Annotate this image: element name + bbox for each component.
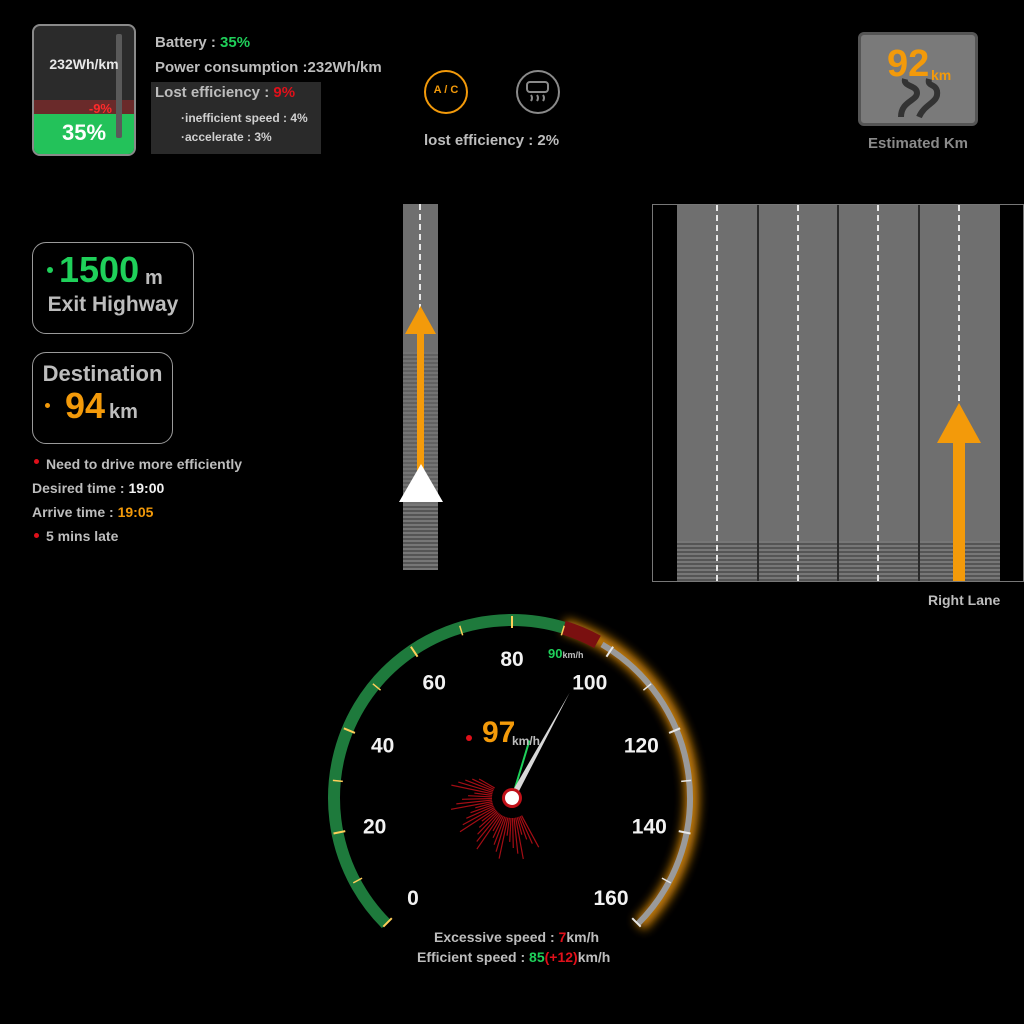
arrive-time: Arrive time : 19:05: [32, 504, 153, 520]
rear-defrost-glyph: [526, 81, 549, 102]
excessive-speed-unit: km/h: [566, 929, 600, 945]
battery-label: Battery :: [155, 34, 221, 51]
speedometer-label-40: 40: [371, 734, 394, 757]
lost-efficiency-label: Lost efficiency :: [155, 84, 274, 101]
speedometer-tick-30: [332, 779, 343, 783]
warning-bullet: [32, 457, 40, 465]
lost-efficiency-value: 9%: [273, 84, 296, 101]
battery-status: Battery : 35%: [155, 34, 250, 51]
lane-road: [677, 205, 1000, 581]
arrive-time-value: 19:05: [117, 504, 154, 520]
estimated-km-label: Estimated Km: [867, 135, 969, 152]
excessive-speed-label: Excessive speed :: [434, 929, 559, 945]
speedometer-label-0: 0: [407, 887, 419, 910]
route-arrow: [405, 306, 436, 492]
efficient-speed: Efficient speed : 85(+12)km/h: [417, 949, 610, 965]
battery-gauge: 232Wh/km -9% 35%: [32, 24, 136, 156]
current-speed-unit: km/h: [512, 734, 541, 748]
battery-value: 35%: [220, 34, 251, 51]
speedometer-ray-14: [459, 808, 496, 833]
desired-time-label: Desired time :: [32, 480, 129, 496]
speedometer-label-100: 100: [572, 672, 607, 695]
speedometer-ray-27: [511, 817, 514, 848]
estimated-km-unit: km: [931, 67, 952, 83]
efficient-speed-delta: (+12): [544, 949, 578, 965]
speedometer: 0 20 40 60 80 100 120 140 160: [328, 614, 699, 931]
power-consumption: Power consumption :232Wh/km: [155, 59, 382, 76]
destination-unit: km: [109, 401, 138, 423]
speedometer-ray-6: [468, 795, 493, 798]
destination-distance: 94: [65, 385, 106, 426]
desired-time-value: 19:00: [128, 480, 165, 496]
lost-efficiency-panel: Lost efficiency : 9% ·inefficient speed …: [151, 82, 321, 154]
excessive-speed: Excessive speed : 7km/h: [434, 929, 599, 945]
battery-loss-value: -9%: [88, 101, 112, 116]
efficient-limit-value: 90: [548, 646, 563, 661]
accelerate: ·accelerate : 3%: [181, 130, 272, 144]
speedometer-ray-7: [462, 797, 493, 800]
speedometer-tick-130: [681, 779, 692, 783]
destination-card: Destination 94 km: [32, 352, 173, 444]
speedometer-label-140: 140: [632, 815, 667, 838]
efficient-speed-unit: km/h: [577, 949, 611, 965]
efficiency-warning: Need to drive more efficiently: [46, 456, 243, 472]
vehicle-position-marker: [399, 464, 443, 502]
speedometer-label-20: 20: [363, 815, 386, 838]
ac-icon[interactable]: A / C: [424, 70, 468, 114]
exit-highway-card: 1500 m Exit Highway: [32, 242, 194, 334]
speedometer-efficient-arc: [328, 614, 566, 929]
arrive-time-label: Arrive time :: [32, 504, 118, 520]
exit-unit: m: [145, 267, 163, 289]
exit-distance: 1500: [59, 249, 140, 290]
lost-efficiency-line: Lost efficiency : 9%: [155, 84, 295, 101]
desired-time: Desired time : 19:00: [32, 480, 164, 496]
exit-bullet: [47, 267, 53, 273]
exit-label: Exit Highway: [47, 293, 179, 316]
lane-arrow: [937, 403, 981, 581]
destination-bullet: [45, 403, 50, 408]
speedometer-label-160: 160: [593, 887, 628, 910]
late-bullet: [32, 531, 40, 539]
climate-lost-efficiency: lost efficiency : 2%: [424, 132, 560, 149]
estimated-km-value: 92: [887, 43, 930, 85]
inefficient-speed: ·inefficient speed : 4%: [181, 111, 308, 125]
needle-hub: [505, 791, 519, 805]
battery-percent: 35%: [61, 120, 107, 145]
route-progress-strip: [403, 204, 438, 570]
efficient-speed-value: 85: [529, 949, 545, 965]
speedometer-ray-26: [509, 817, 512, 842]
current-speed: 97: [482, 716, 516, 749]
speedometer-label-80: 80: [500, 648, 523, 671]
lane-label: Right Lane: [928, 592, 1001, 608]
speedometer-label-60: 60: [423, 672, 446, 695]
lane-guidance-panel: [652, 204, 1024, 582]
efficient-limit-unit: km/h: [562, 650, 584, 660]
efficient-speed-label: Efficient speed :: [417, 949, 530, 965]
speedometer-label-120: 120: [624, 734, 659, 757]
speedometer-ray-18: [476, 813, 500, 842]
late-notice: 5 mins late: [46, 528, 119, 544]
efficient-limit-marker: 90km/h: [548, 646, 583, 661]
ac-label: A / C: [433, 84, 459, 96]
speed-bullet: [466, 735, 472, 741]
rear-defrost-icon[interactable]: [516, 70, 560, 114]
battery-ratio: 232Wh/km: [49, 56, 119, 72]
estimated-km-panel: 92 km: [858, 32, 978, 126]
destination-title: Destination: [42, 361, 163, 386]
